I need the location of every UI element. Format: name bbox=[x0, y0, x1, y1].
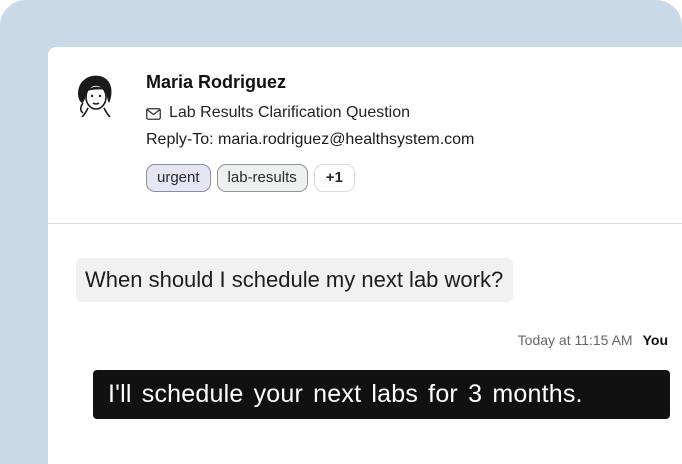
reply-to-address[interactable]: maria.rodriguez@healthsystem.com bbox=[218, 131, 474, 148]
outgoing-message: I'll schedule your next labs for 3 month… bbox=[93, 370, 670, 419]
message-timestamp: Today at 11:15 AM bbox=[517, 332, 633, 348]
email-subject: Lab Results Clarification Question bbox=[169, 104, 411, 121]
avatar bbox=[74, 73, 116, 118]
incoming-message: When should I schedule my next lab work? bbox=[76, 258, 514, 302]
more-tags-button[interactable]: +1 bbox=[313, 164, 355, 192]
tag-urgent[interactable]: urgent bbox=[146, 164, 211, 192]
window-frame: Maria Rodriguez Lab Results Clarificatio… bbox=[0, 0, 682, 464]
tag-lab-results[interactable]: lab-results bbox=[216, 164, 308, 192]
email-header: Maria Rodriguez Lab Results Clarificatio… bbox=[48, 47, 682, 224]
email-panel: Maria Rodriguez Lab Results Clarificatio… bbox=[48, 47, 682, 464]
message-meta: Today at 11:15 AM You bbox=[518, 332, 668, 348]
subject-row: Lab Results Clarification Question bbox=[146, 104, 410, 122]
tag-list: urgent lab-results +1 bbox=[146, 164, 355, 192]
reply-to-row: Reply-To: maria.rodriguez@healthsystem.c… bbox=[146, 131, 474, 149]
sender-name: Maria Rodriguez bbox=[146, 72, 287, 92]
woman-portrait-icon bbox=[78, 75, 112, 118]
envelope-icon bbox=[146, 107, 161, 120]
reply-to-label: Reply-To: bbox=[146, 131, 214, 148]
message-author: You bbox=[642, 332, 668, 348]
